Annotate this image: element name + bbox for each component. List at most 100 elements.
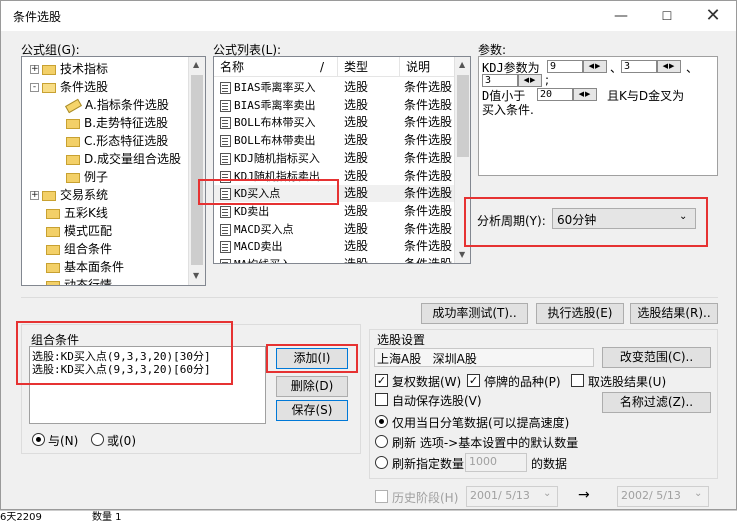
arrow-right-icon: →	[578, 487, 590, 503]
tree-item[interactable]: B.走势特征选股	[66, 114, 168, 132]
formula-row[interactable]: BOLL布林带卖出 选股 条件选股	[214, 132, 454, 149]
tree-item[interactable]: 基本面条件	[46, 258, 124, 276]
param-input-4[interactable]: 20	[537, 88, 573, 101]
spin-arrows-icon[interactable]: ◀▶	[583, 60, 607, 73]
pick-result-checkbox[interactable]	[571, 374, 584, 387]
refresh-default-radio[interactable]	[375, 435, 388, 448]
pencil-icon	[65, 98, 82, 113]
tree-item[interactable]: - 条件选股	[30, 78, 108, 96]
formula-name: BOLL布林带卖出	[234, 134, 316, 148]
folder-icon	[42, 64, 56, 75]
formula-desc: 条件选股	[404, 115, 453, 130]
tree-item[interactable]: C.形态特征选股	[66, 132, 168, 150]
history-checkbox[interactable]	[375, 490, 388, 503]
folder-icon	[66, 136, 80, 147]
formula-file-icon	[220, 223, 231, 236]
scroll-up-icon[interactable]: ▲	[459, 60, 465, 69]
formula-name: KD卖出	[234, 204, 270, 218]
formula-name: BIAS乖离率买入	[234, 81, 316, 94]
collapse-icon[interactable]: -	[30, 83, 39, 92]
param-input-2[interactable]: 3	[621, 60, 657, 73]
and-radio[interactable]	[32, 433, 45, 446]
formula-row[interactable]: KDJ随机指标买入 选股 条件选股	[214, 150, 454, 167]
history-to-date[interactable]: 2002/ 5/13 ⌄	[617, 486, 709, 507]
suspended-checkbox[interactable]: ✓	[467, 374, 480, 387]
formula-type: 选股	[344, 186, 369, 201]
rights-checkbox[interactable]: ✓	[375, 374, 388, 387]
pick-result-button[interactable]: 选股结果(R)..	[630, 303, 718, 324]
delete-button[interactable]: 删除(D)	[276, 376, 348, 397]
column-name-header[interactable]: 名称 /	[214, 57, 338, 77]
param-input-1[interactable]: 9	[547, 60, 583, 73]
formula-desc: 条件选股	[404, 80, 453, 94]
folder-icon	[46, 208, 60, 219]
formula-row[interactable]: MACD卖出 选股 条件选股	[214, 238, 454, 255]
spin-arrows-icon[interactable]: ◀▶	[657, 60, 681, 73]
formula-name: MACD买入点	[234, 222, 294, 236]
tree-item-selected[interactable]: A.指标条件选股	[65, 96, 169, 114]
formula-row[interactable]: MACD买入点 选股 条件选股	[214, 221, 454, 238]
minimize-icon[interactable]: —	[598, 1, 644, 31]
formula-row[interactable]: MA均线买入 选股 条件选股	[214, 256, 454, 263]
tree-scrollbar[interactable]: ▲ ▼	[188, 57, 205, 285]
save-button[interactable]: 保存(S)	[276, 400, 348, 421]
formula-type: 选股	[344, 80, 369, 94]
tree-item[interactable]: + 技术指标	[30, 60, 108, 78]
scroll-thumb[interactable]	[457, 75, 469, 157]
tree-item[interactable]: 组合条件	[46, 240, 112, 258]
refresh-count-input[interactable]: 1000	[465, 453, 527, 472]
param-input-3[interactable]: 3	[482, 74, 518, 87]
formula-file-icon	[220, 259, 231, 263]
history-from-date[interactable]: 2001/ 5/13 ⌄	[466, 486, 558, 507]
formula-file-icon	[220, 152, 231, 165]
folder-icon	[66, 172, 80, 183]
formula-type: 选股	[344, 239, 369, 254]
change-range-button[interactable]: 改变范围(C)..	[602, 347, 711, 368]
auto-save-checkbox[interactable]	[375, 393, 388, 406]
success-rate-test-button[interactable]: 成功率测试(T)..	[421, 303, 528, 324]
formula-row[interactable]: BIAS乖离率买入 选股 条件选股	[214, 79, 454, 96]
formula-row[interactable]: BIAS乖离率卖出 选股 条件选股	[214, 97, 454, 114]
scroll-down-icon[interactable]: ▼	[193, 271, 199, 280]
params-panel: KDJ参数为 9 ◀▶ 、 3 ◀▶ 、 3 ◀▶ ; D值小于 20 ◀▶ 且…	[478, 56, 718, 176]
name-filter-button[interactable]: 名称过滤(Z)..	[602, 392, 711, 413]
tree-item[interactable]: 例子	[66, 168, 108, 186]
expand-icon[interactable]: +	[30, 191, 39, 200]
highlight-period	[464, 197, 708, 247]
scroll-down-icon[interactable]: ▼	[459, 250, 465, 259]
or-radio[interactable]	[91, 433, 104, 446]
refresh-count-radio[interactable]	[375, 456, 388, 469]
formula-name: BOLL布林带买入	[234, 116, 316, 130]
formula-list[interactable]: 名称 / 类型 说明 BIAS乖离率买入 选股 条件选股 BIAS乖离率卖出 选股 条件选股…	[213, 56, 471, 264]
chevron-down-icon: ⌄	[694, 488, 703, 499]
sort-indicator: /	[320, 60, 325, 74]
formula-row[interactable]: KD卖出 选股 条件选股	[214, 203, 454, 220]
only-today-label: 仅用当日分笔数据(可以提高速度)	[392, 416, 570, 430]
execute-pick-button[interactable]: 执行选股(E)	[536, 303, 624, 324]
spin-arrows-icon[interactable]: ◀▶	[518, 74, 542, 87]
expand-icon[interactable]: +	[30, 65, 39, 74]
only-today-radio[interactable]	[375, 415, 388, 428]
formula-group-tree[interactable]: + 技术指标 - 条件选股 A.指标条件选股 B.走势特征选股 C.形态特征选股 D…	[21, 56, 206, 286]
tree-item[interactable]: D.成交量组合选股	[66, 150, 181, 168]
condition-stock-picker-window: 条件选股 — ☐ ✕ 公式组(G): + 技术指标 - 条件选股 A.指标条件选股 …	[0, 0, 737, 510]
column-desc-header[interactable]: 说明	[400, 57, 455, 77]
tree-item[interactable]: + 交易系统	[30, 186, 108, 204]
close-icon[interactable]: ✕	[690, 1, 736, 31]
tree-item[interactable]: 动态行情	[46, 276, 112, 285]
tree-item[interactable]: 模式匹配	[46, 222, 112, 240]
folder-icon	[46, 244, 60, 255]
formula-name: BIAS乖离率卖出	[234, 98, 316, 112]
column-type-header[interactable]: 类型	[338, 57, 400, 77]
scroll-up-icon[interactable]: ▲	[193, 60, 199, 69]
formula-row[interactable]: BOLL布林带买入 选股 条件选股	[214, 114, 454, 131]
scroll-thumb[interactable]	[191, 75, 203, 265]
open-folder-icon	[42, 82, 56, 93]
highlight-combo	[16, 321, 233, 385]
or-label: 或(0)	[107, 434, 136, 448]
settings-label: 选股设置	[377, 333, 426, 347]
folder-icon	[46, 226, 60, 237]
tree-item[interactable]: 五彩K线	[46, 204, 108, 222]
spin-arrows-icon[interactable]: ◀▶	[573, 88, 597, 101]
maximize-icon[interactable]: ☐	[644, 1, 690, 31]
